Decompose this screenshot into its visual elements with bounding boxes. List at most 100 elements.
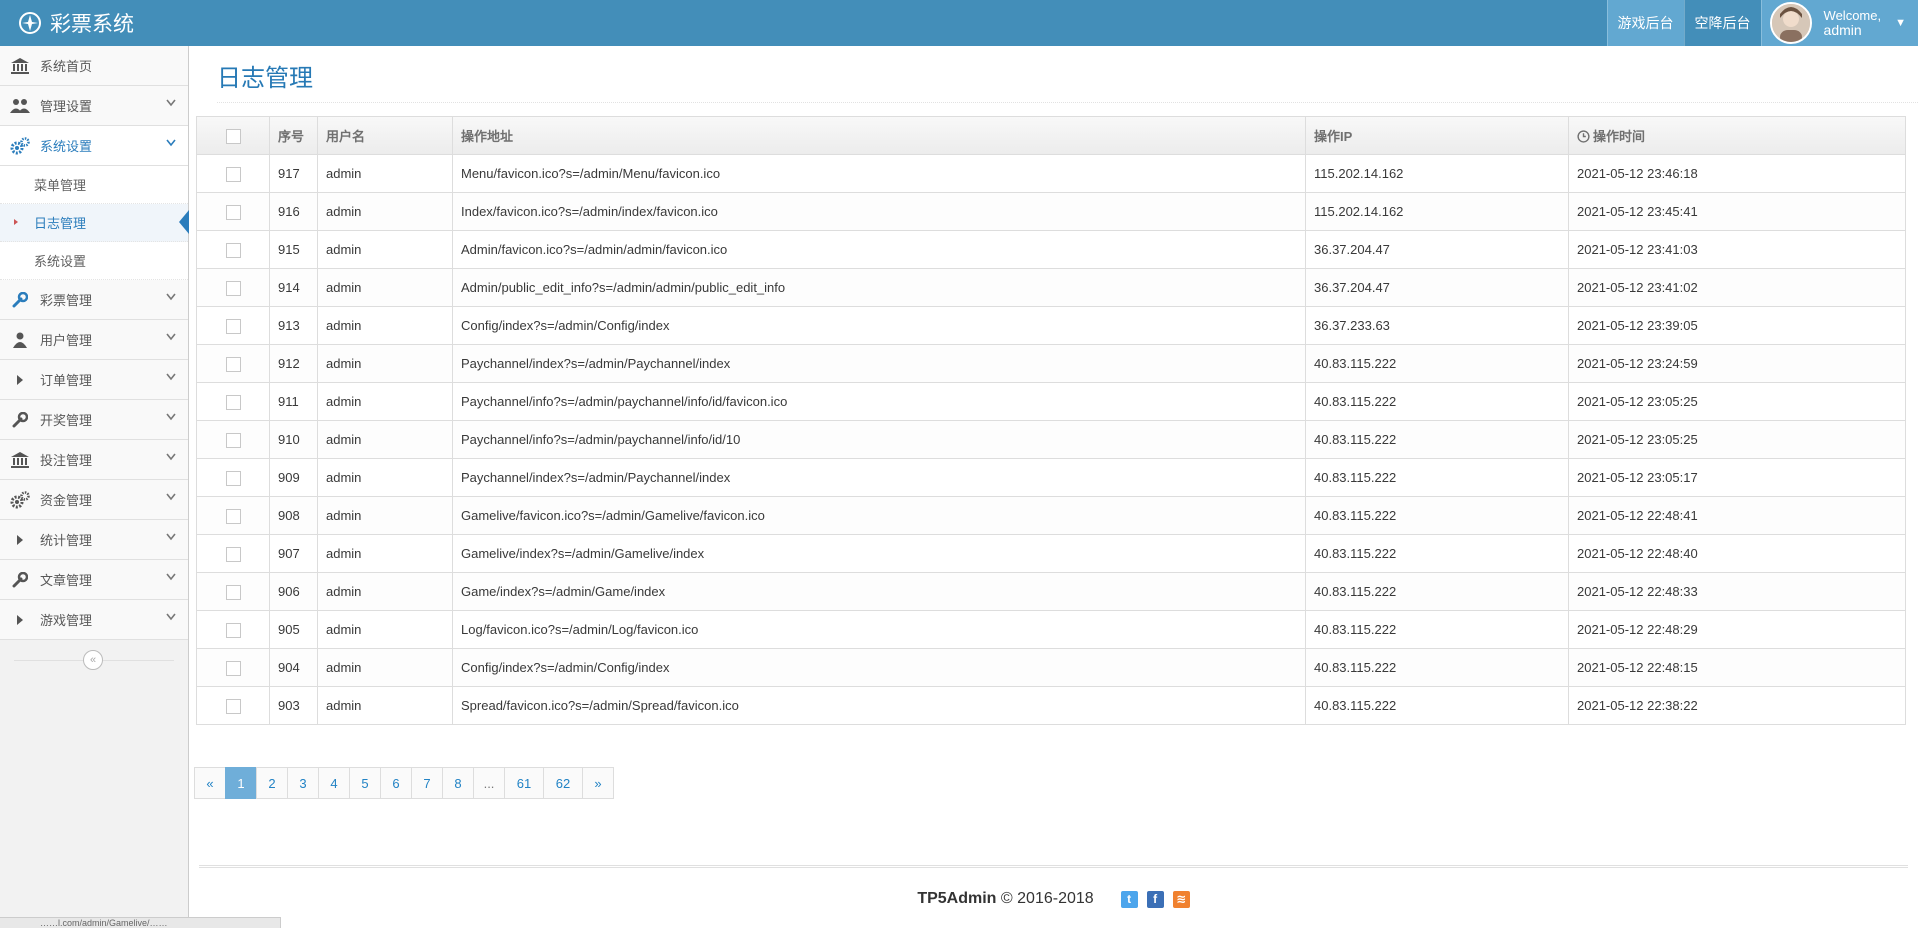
table-row: 907 admin Gamelive/index?s=/admin/Gamelive… xyxy=(196,534,1906,573)
column-header-no[interactable]: 序号 xyxy=(269,116,318,155)
page-8-button[interactable]: 8 xyxy=(442,767,474,799)
row-checkbox-cell xyxy=(196,230,270,269)
sidebar-item-bets[interactable]: 投注管理 xyxy=(0,440,188,480)
row-checkbox[interactable] xyxy=(225,508,241,524)
row-checkbox[interactable] xyxy=(225,280,241,296)
caret-down-icon: ▼ xyxy=(1895,17,1906,29)
row-checkbox-cell xyxy=(196,572,270,611)
submenu-item-logs[interactable]: 日志管理 xyxy=(0,204,189,242)
page-next-button[interactable]: » xyxy=(582,767,614,799)
row-checkbox[interactable] xyxy=(225,394,241,410)
users-icon xyxy=(9,98,31,114)
app-brand[interactable]: 彩票系统 xyxy=(18,0,134,46)
cell-address: Gamelive/favicon.ico?s=/admin/Gamelive/f… xyxy=(452,496,1306,535)
column-header-address[interactable]: 操作地址 xyxy=(452,116,1306,155)
page-header: 日志管理 xyxy=(217,54,1918,103)
sidebar-item-lottery[interactable]: 彩票管理 xyxy=(0,280,188,320)
row-checkbox-cell xyxy=(196,268,270,307)
table-row: 909 admin Paychannel/index?s=/admin/Paycha… xyxy=(196,458,1906,497)
row-checkbox[interactable] xyxy=(225,356,241,372)
cell-no: 915 xyxy=(269,230,318,269)
row-checkbox[interactable] xyxy=(225,318,241,334)
bank-icon xyxy=(9,451,31,468)
caret-right-icon xyxy=(9,534,31,545)
column-header-ip[interactable]: 操作IP xyxy=(1305,116,1569,155)
sidebar-item-label: 投注管理 xyxy=(40,453,93,468)
facebook-icon[interactable]: f xyxy=(1146,890,1164,908)
row-checkbox[interactable] xyxy=(225,698,241,714)
sidebar-collapse-bar: « xyxy=(0,640,188,680)
user-menu[interactable]: Welcome, admin ▼ xyxy=(1760,0,1918,46)
page-4-button[interactable]: 4 xyxy=(318,767,350,799)
row-checkbox[interactable] xyxy=(225,622,241,638)
rss-icon[interactable]: ≋ xyxy=(1172,890,1190,908)
page-1-button[interactable]: 1 xyxy=(225,767,257,799)
rebel-logo-icon xyxy=(19,12,41,34)
cell-user: admin xyxy=(317,192,453,231)
row-checkbox[interactable] xyxy=(225,242,241,258)
row-checkbox-cell xyxy=(196,458,270,497)
sidebar-item-orders[interactable]: 订单管理 xyxy=(0,360,188,400)
sidebar-item-home[interactable]: 系统首页 xyxy=(0,46,188,86)
cell-no: 910 xyxy=(269,420,318,459)
page-3-button[interactable]: 3 xyxy=(287,767,319,799)
sidebar-item-games[interactable]: 游戏管理 xyxy=(0,600,188,640)
top-navbar: 彩票系统 游戏后台 空降后台 Welcome, admin ▼ xyxy=(0,0,1918,46)
page-prev-button[interactable]: « xyxy=(194,767,226,799)
cell-ip: 40.83.115.222 xyxy=(1305,686,1569,725)
page-7-button[interactable]: 7 xyxy=(411,767,443,799)
chevron-down-icon xyxy=(166,453,176,461)
cell-time: 2021-05-12 23:05:17 xyxy=(1568,458,1906,497)
row-checkbox[interactable] xyxy=(225,584,241,600)
cell-no: 904 xyxy=(269,648,318,687)
cell-ip: 40.83.115.222 xyxy=(1305,534,1569,573)
sidebar-collapse-button[interactable]: « xyxy=(83,650,103,670)
sidebar-item-statistics[interactable]: 统计管理 xyxy=(0,520,188,560)
sidebar-item-funds[interactable]: 资金管理 xyxy=(0,480,188,520)
row-checkbox-cell xyxy=(196,192,270,231)
select-all-checkbox[interactable] xyxy=(225,128,241,144)
nav-game-backend-link[interactable]: 游戏后台 xyxy=(1606,0,1684,46)
row-checkbox[interactable] xyxy=(225,166,241,182)
sidebar-item-label: 系统设置 xyxy=(40,139,93,154)
sidebar-item-draw[interactable]: 开奖管理 xyxy=(0,400,188,440)
cell-ip: 36.37.204.47 xyxy=(1305,230,1569,269)
cogs-icon xyxy=(9,136,31,155)
sidebar-item-articles[interactable]: 文章管理 xyxy=(0,560,188,600)
page-ellipsis: ... xyxy=(473,767,505,799)
sidebar-item-users[interactable]: 用户管理 xyxy=(0,320,188,360)
browser-status-url: ……l.com/admin/Gamelive/…… xyxy=(0,917,281,928)
column-header-user[interactable]: 用户名 xyxy=(317,116,453,155)
row-checkbox[interactable] xyxy=(225,546,241,562)
chevron-down-icon xyxy=(166,293,176,301)
sidebar-item-admin-settings[interactable]: 管理设置 xyxy=(0,86,188,126)
page-61-button[interactable]: 61 xyxy=(504,767,544,799)
cell-address: Game/index?s=/admin/Game/index xyxy=(452,572,1306,611)
row-checkbox[interactable] xyxy=(225,432,241,448)
cell-no: 906 xyxy=(269,572,318,611)
sidebar-item-label: 管理设置 xyxy=(40,99,93,114)
cell-no: 917 xyxy=(269,154,318,193)
row-checkbox[interactable] xyxy=(225,660,241,676)
cell-no: 916 xyxy=(269,192,318,231)
sidebar-item-system-settings[interactable]: 系统设置 xyxy=(0,126,188,166)
page-62-button[interactable]: 62 xyxy=(543,767,583,799)
nav-airdrop-backend-link[interactable]: 空降后台 xyxy=(1683,0,1761,46)
sidebar-item-label: 文章管理 xyxy=(40,573,93,588)
page-2-button[interactable]: 2 xyxy=(256,767,288,799)
cell-time: 2021-05-12 23:24:59 xyxy=(1568,344,1906,383)
row-checkbox[interactable] xyxy=(225,204,241,220)
twitter-icon[interactable]: t xyxy=(1120,890,1138,908)
caret-right-icon xyxy=(9,374,31,385)
submenu-item-menu[interactable]: 菜单管理 xyxy=(0,166,188,204)
cell-time: 2021-05-12 22:48:33 xyxy=(1568,572,1906,611)
cell-no: 912 xyxy=(269,344,318,383)
user-icon xyxy=(9,332,31,348)
column-header-time[interactable]: 操作时间 xyxy=(1568,116,1906,155)
footer: TP5Admin © 2016-2018 t f ≋ xyxy=(199,865,1908,908)
row-checkbox-cell xyxy=(196,420,270,459)
page-6-button[interactable]: 6 xyxy=(380,767,412,799)
submenu-item-system-settings[interactable]: 系统设置 xyxy=(0,242,188,280)
row-checkbox[interactable] xyxy=(225,470,241,486)
page-5-button[interactable]: 5 xyxy=(349,767,381,799)
